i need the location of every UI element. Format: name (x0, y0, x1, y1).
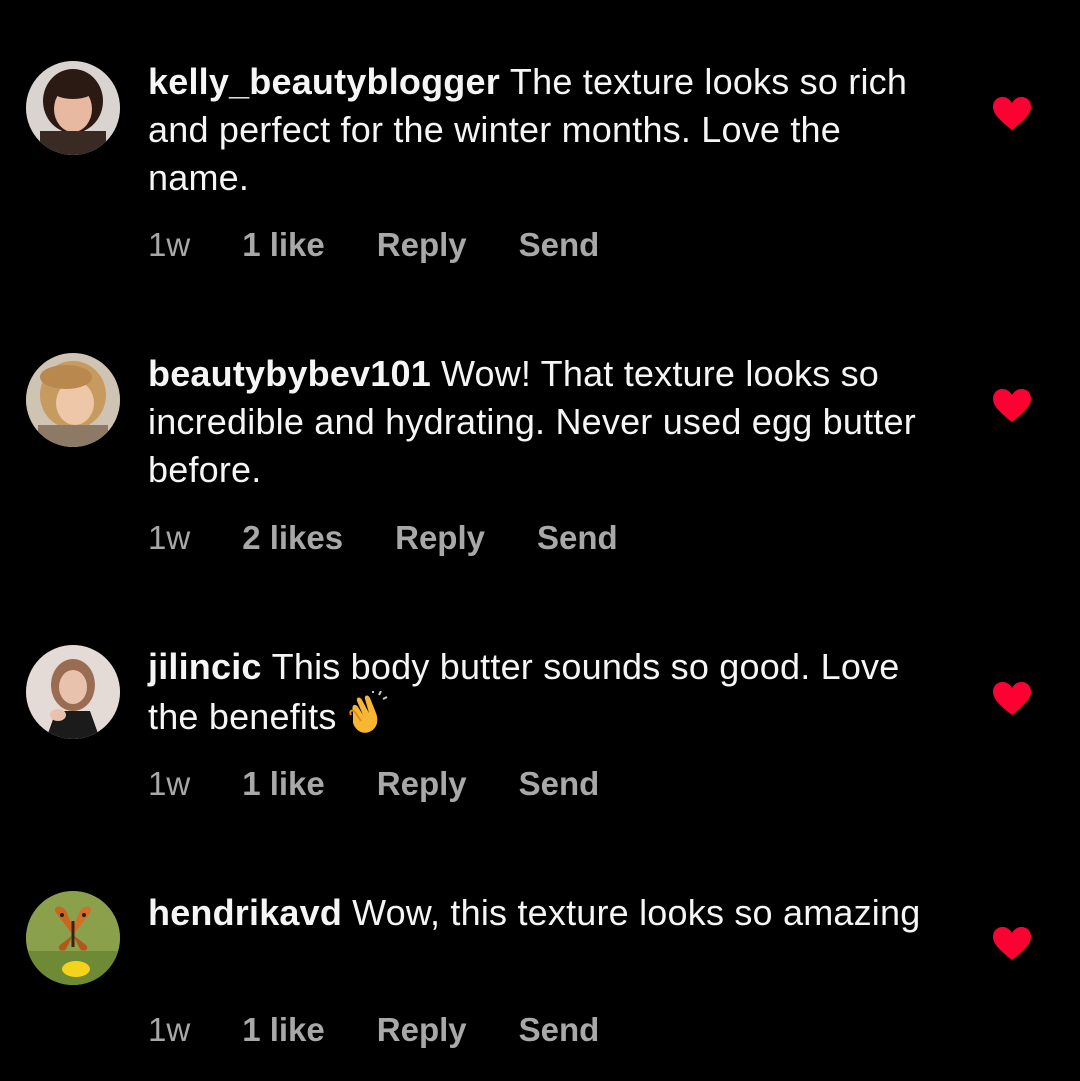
comment-likes-count[interactable]: 2 likes (242, 519, 343, 557)
user-avatar[interactable] (26, 61, 120, 155)
comment-username[interactable]: kelly_beautyblogger (148, 61, 500, 102)
heart-icon[interactable] (993, 97, 1031, 131)
comment-time: 1w (148, 765, 191, 802)
clapping-hands-emoji-icon (343, 690, 389, 747)
comment-text: kelly_beautyblogger The texture looks so … (148, 58, 948, 202)
comment-likes-count[interactable]: 1 like (242, 765, 325, 803)
heart-icon[interactable] (993, 682, 1031, 716)
send-button[interactable]: Send (537, 519, 618, 557)
send-button[interactable]: Send (519, 1011, 600, 1049)
comment-text: jilincic This body butter sounds so good.… (148, 643, 948, 747)
comment-body: Wow, this texture looks so amazing (352, 892, 921, 933)
user-avatar[interactable] (26, 353, 120, 447)
reply-button[interactable]: Reply (377, 226, 467, 264)
comment-username[interactable]: hendrikavd (148, 892, 342, 933)
comment-text: hendrikavd Wow, this texture looks so ama… (148, 889, 948, 937)
comment-username[interactable]: beautybybev101 (148, 353, 431, 394)
reply-button[interactable]: Reply (377, 765, 467, 803)
heart-icon[interactable] (993, 389, 1031, 423)
comment-text: beautybybev101 Wow! That texture looks so… (148, 350, 948, 494)
comment-time: 1w (148, 226, 191, 263)
heart-icon[interactable] (993, 927, 1031, 961)
comment-meta: 1w 1 like Reply Send (148, 1010, 599, 1050)
comment-likes-count[interactable]: 1 like (242, 1011, 325, 1049)
comment-likes-count[interactable]: 1 like (242, 226, 325, 264)
user-avatar[interactable] (26, 645, 120, 739)
comment-meta: 1w 1 like Reply Send (148, 764, 599, 804)
send-button[interactable]: Send (519, 765, 600, 803)
reply-button[interactable]: Reply (377, 1011, 467, 1049)
comment-time: 1w (148, 1011, 191, 1048)
comment-username[interactable]: jilincic (148, 646, 262, 687)
comment-meta: 1w 2 likes Reply Send (148, 518, 618, 558)
reply-button[interactable]: Reply (395, 519, 485, 557)
send-button[interactable]: Send (519, 226, 600, 264)
comment-meta: 1w 1 like Reply Send (148, 225, 599, 265)
comment-time: 1w (148, 519, 191, 556)
user-avatar[interactable] (26, 891, 120, 985)
